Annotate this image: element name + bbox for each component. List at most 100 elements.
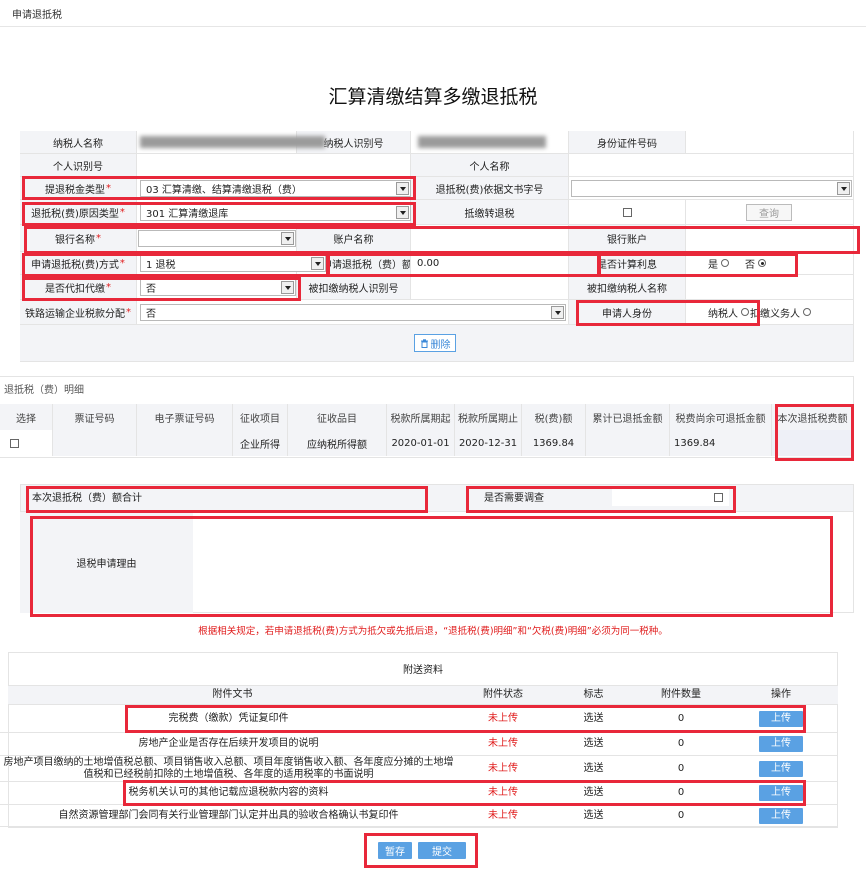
interest-options: 是 否 (686, 252, 854, 275)
reason-label: 退税申请理由 (20, 512, 193, 613)
offset-checkbox[interactable] (622, 207, 632, 217)
offset-label: 抵缴转退税 (411, 200, 569, 225)
detail-cell-ticket-no (53, 430, 137, 456)
delete-button[interactable]: 删除 (414, 334, 456, 352)
attach-action-cell: 上传 (724, 705, 838, 733)
chevron-down-icon[interactable] (311, 257, 324, 270)
attach-cell-flag: 选送 (549, 733, 638, 756)
reason-type-select[interactable]: 301 汇算清缴退库 (140, 204, 411, 221)
detail-cell-sub-item: 应纳税所得额 (288, 430, 387, 456)
refund-type-label: 提退税金类型 * (20, 177, 137, 200)
redacted-taxpayer-name (140, 136, 325, 148)
railway-label: 铁路运输企业税款分配 * (20, 300, 137, 325)
survey-checkbox[interactable] (714, 492, 723, 502)
attach-cell-flag: 选送 (549, 782, 638, 805)
personal-id-value (137, 154, 411, 177)
applicant-options: 纳税人 扣缴义务人 (686, 300, 854, 325)
reason-textarea[interactable] (194, 520, 830, 611)
detail-col-refunded: 累计已退抵金额 (586, 404, 670, 430)
refund-type-select[interactable]: 03 汇算清缴、结算清缴退税（费） (140, 180, 411, 197)
railway-select[interactable]: 否 (140, 304, 566, 321)
attach-cell-flag: 选送 (549, 705, 638, 733)
detail-cell-amount: 1369.84 (522, 430, 586, 456)
withhold-label: 是否代扣代缴 * (20, 275, 137, 300)
detail-col-item: 征收项目 (233, 404, 288, 430)
personal-name-label: 个人名称 (411, 154, 569, 177)
redacted-taxpayer-id (418, 136, 546, 148)
attach-cell-status: 未上传 (457, 705, 549, 733)
survey-label: 是否需要调查 (484, 493, 544, 504)
interest-yes-radio[interactable] (721, 259, 729, 267)
detail-col-select: 选择 (0, 404, 53, 430)
attach-col-doc: 附件文书 (8, 686, 457, 705)
detail-col-end: 税款所属期止 (455, 404, 522, 430)
detail-cell-refunded (586, 430, 670, 456)
basis-doc-select[interactable] (571, 180, 852, 197)
bank-name-select[interactable] (138, 230, 296, 247)
taxpayer-name-label: 纳税人名称 (20, 131, 137, 154)
upload-button[interactable]: 上传 (759, 807, 803, 824)
page-title: 汇算清缴结算多缴退抵税 (328, 86, 538, 108)
method-select[interactable]: 1 退税 (140, 255, 326, 272)
chevron-down-icon[interactable] (396, 206, 409, 219)
query-button[interactable]: 查询 (746, 204, 792, 221)
withheld-id-input[interactable] (411, 275, 569, 300)
breadcrumb-divider (0, 26, 866, 27)
upload-button[interactable]: 上传 (759, 760, 803, 777)
breadcrumb: 申请退抵税 (12, 10, 62, 21)
detail-cell-remaining: 1369.84 (670, 430, 772, 456)
attach-action-cell: 上传 (724, 782, 838, 805)
applicant-withholder-label: 扣缴义务人 (750, 308, 800, 320)
interest-yes-label: 是 (708, 259, 718, 271)
total-label: 本次退抵税（费）额合计 (32, 493, 142, 504)
detail-col-remaining: 税费尚余可退抵金额 (670, 404, 772, 430)
attach-cell-doc: 自然资源管理部门会同有关行业管理部门认定并出具的验收合格确认书复印件 (0, 805, 457, 827)
attachments-title: 附送资料 (8, 652, 838, 686)
account-name-input[interactable] (411, 225, 569, 252)
trash-icon (420, 338, 429, 348)
applicant-label: 申请人身份 (569, 300, 686, 325)
amount-input[interactable]: 0.00 (411, 252, 569, 275)
save-button[interactable]: 暂存 (378, 842, 412, 859)
attach-col-action: 操作 (724, 686, 838, 705)
withheld-name-input[interactable] (686, 275, 854, 300)
attach-cell-count: 0 (638, 733, 724, 756)
chevron-down-icon[interactable] (396, 182, 409, 195)
upload-button[interactable]: 上传 (759, 736, 803, 752)
chevron-down-icon[interactable] (837, 182, 850, 195)
attach-col-status: 附件状态 (457, 686, 549, 705)
attach-cell-flag: 选送 (549, 805, 638, 827)
amount-label: 申请退抵税（费）额* (330, 252, 411, 275)
reason-type-label: 退抵税(费)原因类型 * (20, 200, 137, 225)
submit-button[interactable]: 提交 (418, 842, 466, 859)
detail-cell-end: 2020-12-31 (455, 430, 522, 456)
upload-button[interactable]: 上传 (759, 785, 803, 801)
attach-cell-status: 未上传 (457, 733, 549, 756)
attach-action-cell: 上传 (724, 756, 838, 782)
chevron-down-icon[interactable] (551, 306, 564, 319)
notice-text: 根据相关规定，若申请退抵税(费)方式为抵欠或先抵后退，“退抵税(费)明细”和“欠… (198, 626, 668, 637)
attach-cell-doc: 完税费（缴款）凭证复印件 (0, 705, 457, 733)
detail-col-start: 税款所属期起 (387, 404, 455, 430)
interest-no-radio[interactable] (758, 259, 766, 267)
detail-row-checkbox[interactable] (10, 438, 19, 448)
id-doc-value (686, 131, 854, 154)
detail-col-this-time: 本次退抵税费额 (772, 404, 854, 430)
chevron-down-icon[interactable] (281, 232, 294, 245)
survey-cell (612, 488, 729, 506)
applicant-withholder-radio[interactable] (803, 308, 811, 316)
chevron-down-icon[interactable] (281, 281, 294, 294)
attach-cell-flag: 选送 (549, 756, 638, 782)
attach-cell-count: 0 (638, 805, 724, 827)
bank-account-label: 银行账户 (569, 225, 686, 252)
withheld-name-label: 被扣缴纳税人名称 (569, 275, 686, 300)
detail-cell-this-time[interactable] (772, 430, 854, 456)
interest-label: 是否计算利息 (569, 252, 686, 275)
applicant-taxpayer-radio[interactable] (741, 308, 749, 316)
bank-account-input[interactable] (686, 225, 854, 252)
withhold-select[interactable]: 否 (140, 279, 296, 296)
offset-cell (569, 200, 686, 225)
upload-button[interactable]: 上传 (759, 710, 803, 727)
attach-cell-doc: 税务机关认可的其他记载应退税款内容的资料 (0, 782, 457, 805)
detail-cell-e-ticket-no (137, 430, 233, 456)
